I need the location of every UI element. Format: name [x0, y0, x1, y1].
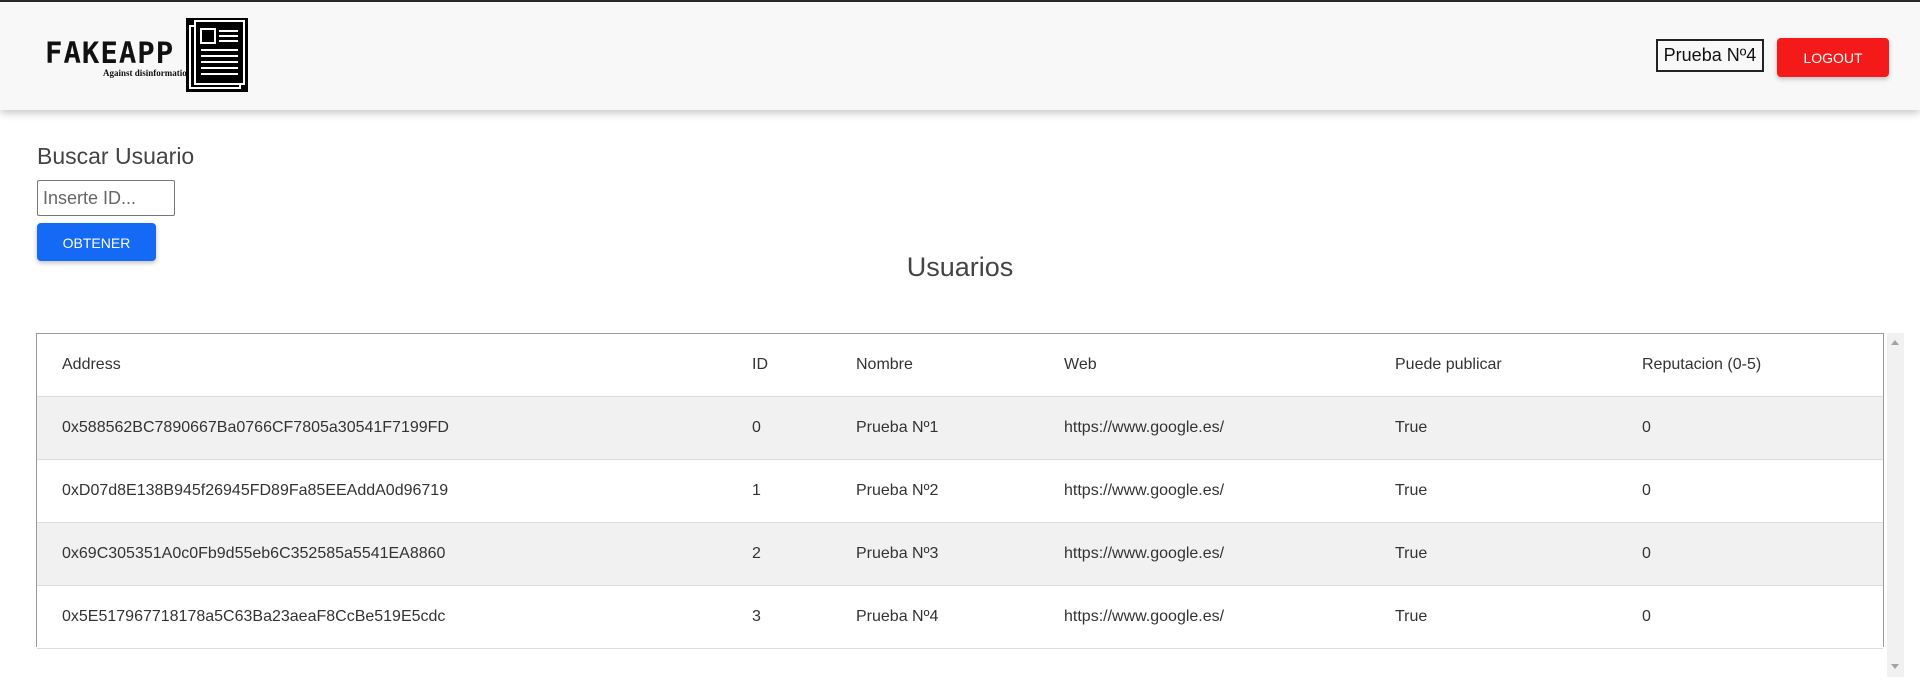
cell-reputacion: 0	[1617, 522, 1883, 586]
column-header-id: ID	[727, 334, 831, 397]
cell-reputacion: 0	[1617, 396, 1883, 460]
cell-web: https://www.google.es/	[1039, 522, 1370, 586]
users-title: Usuarios	[906, 252, 1014, 282]
logo-text: FAKEAPP	[45, 36, 175, 70]
app-logo[interactable]: FAKEAPP Against disinformation	[45, 18, 255, 94]
cell-address: 0x5E517967718178a5C63Ba23aeaF8CcBe519E5c…	[37, 585, 727, 649]
users-table: Address ID Nombre Web Puede publicar Rep…	[37, 334, 1883, 649]
cell-nombre: Prueba Nº4	[831, 585, 1039, 649]
cell-reputacion: 0	[1617, 459, 1883, 523]
table-row: 0x69C305351A0c0Fb9d55eb6C352585a5541EA88…	[37, 522, 1883, 586]
scroll-up-arrow-icon[interactable]	[1891, 340, 1899, 345]
cell-id: 2	[727, 522, 831, 586]
column-header-address: Address	[37, 334, 727, 397]
scroll-down-arrow-icon[interactable]	[1891, 664, 1899, 669]
cell-nombre: Prueba Nº2	[831, 459, 1039, 523]
logo-subtitle: Against disinformation	[103, 68, 192, 78]
column-header-nombre: Nombre	[831, 334, 1039, 397]
column-header-puede-publicar: Puede publicar	[1370, 334, 1617, 397]
cell-address: 0x588562BC7890667Ba0766CF7805a30541F7199…	[37, 396, 727, 460]
column-header-web: Web	[1039, 334, 1370, 397]
column-header-reputacion: Reputacion (0-5)	[1617, 334, 1883, 397]
cell-address: 0xD07d8E138B945f26945FD89Fa85EEAddA0d967…	[37, 459, 727, 523]
cell-id: 1	[727, 459, 831, 523]
search-section-title: Buscar Usuario	[37, 143, 195, 169]
users-table-container: Address ID Nombre Web Puede publicar Rep…	[36, 333, 1884, 649]
logout-button[interactable]: LOGOUT	[1777, 38, 1889, 77]
current-user-badge: Prueba Nº4	[1656, 39, 1764, 72]
user-id-input[interactable]	[37, 180, 175, 216]
table-scrollbar[interactable]	[1887, 333, 1904, 677]
newspaper-icon	[186, 18, 248, 92]
cell-puede-publicar: True	[1370, 585, 1617, 649]
cell-puede-publicar: True	[1370, 396, 1617, 460]
cell-puede-publicar: True	[1370, 522, 1617, 586]
table-row: 0x5E517967718178a5C63Ba23aeaF8CcBe519E5c…	[37, 585, 1883, 649]
table-row: 0x588562BC7890667Ba0766CF7805a30541F7199…	[37, 396, 1883, 460]
cell-puede-publicar: True	[1370, 459, 1617, 523]
cell-web: https://www.google.es/	[1039, 396, 1370, 460]
cell-address: 0x69C305351A0c0Fb9d55eb6C352585a5541EA88…	[37, 522, 727, 586]
cell-reputacion: 0	[1617, 585, 1883, 649]
navbar: FAKEAPP Against disinformation Prueba Nº…	[0, 2, 1920, 110]
table-row: 0xD07d8E138B945f26945FD89Fa85EEAddA0d967…	[37, 459, 1883, 523]
cell-web: https://www.google.es/	[1039, 585, 1370, 649]
table-header-row: Address ID Nombre Web Puede publicar Rep…	[37, 334, 1883, 397]
cell-id: 0	[727, 396, 831, 460]
cell-nombre: Prueba Nº3	[831, 522, 1039, 586]
cell-web: https://www.google.es/	[1039, 459, 1370, 523]
cell-id: 3	[727, 585, 831, 649]
cell-nombre: Prueba Nº1	[831, 396, 1039, 460]
